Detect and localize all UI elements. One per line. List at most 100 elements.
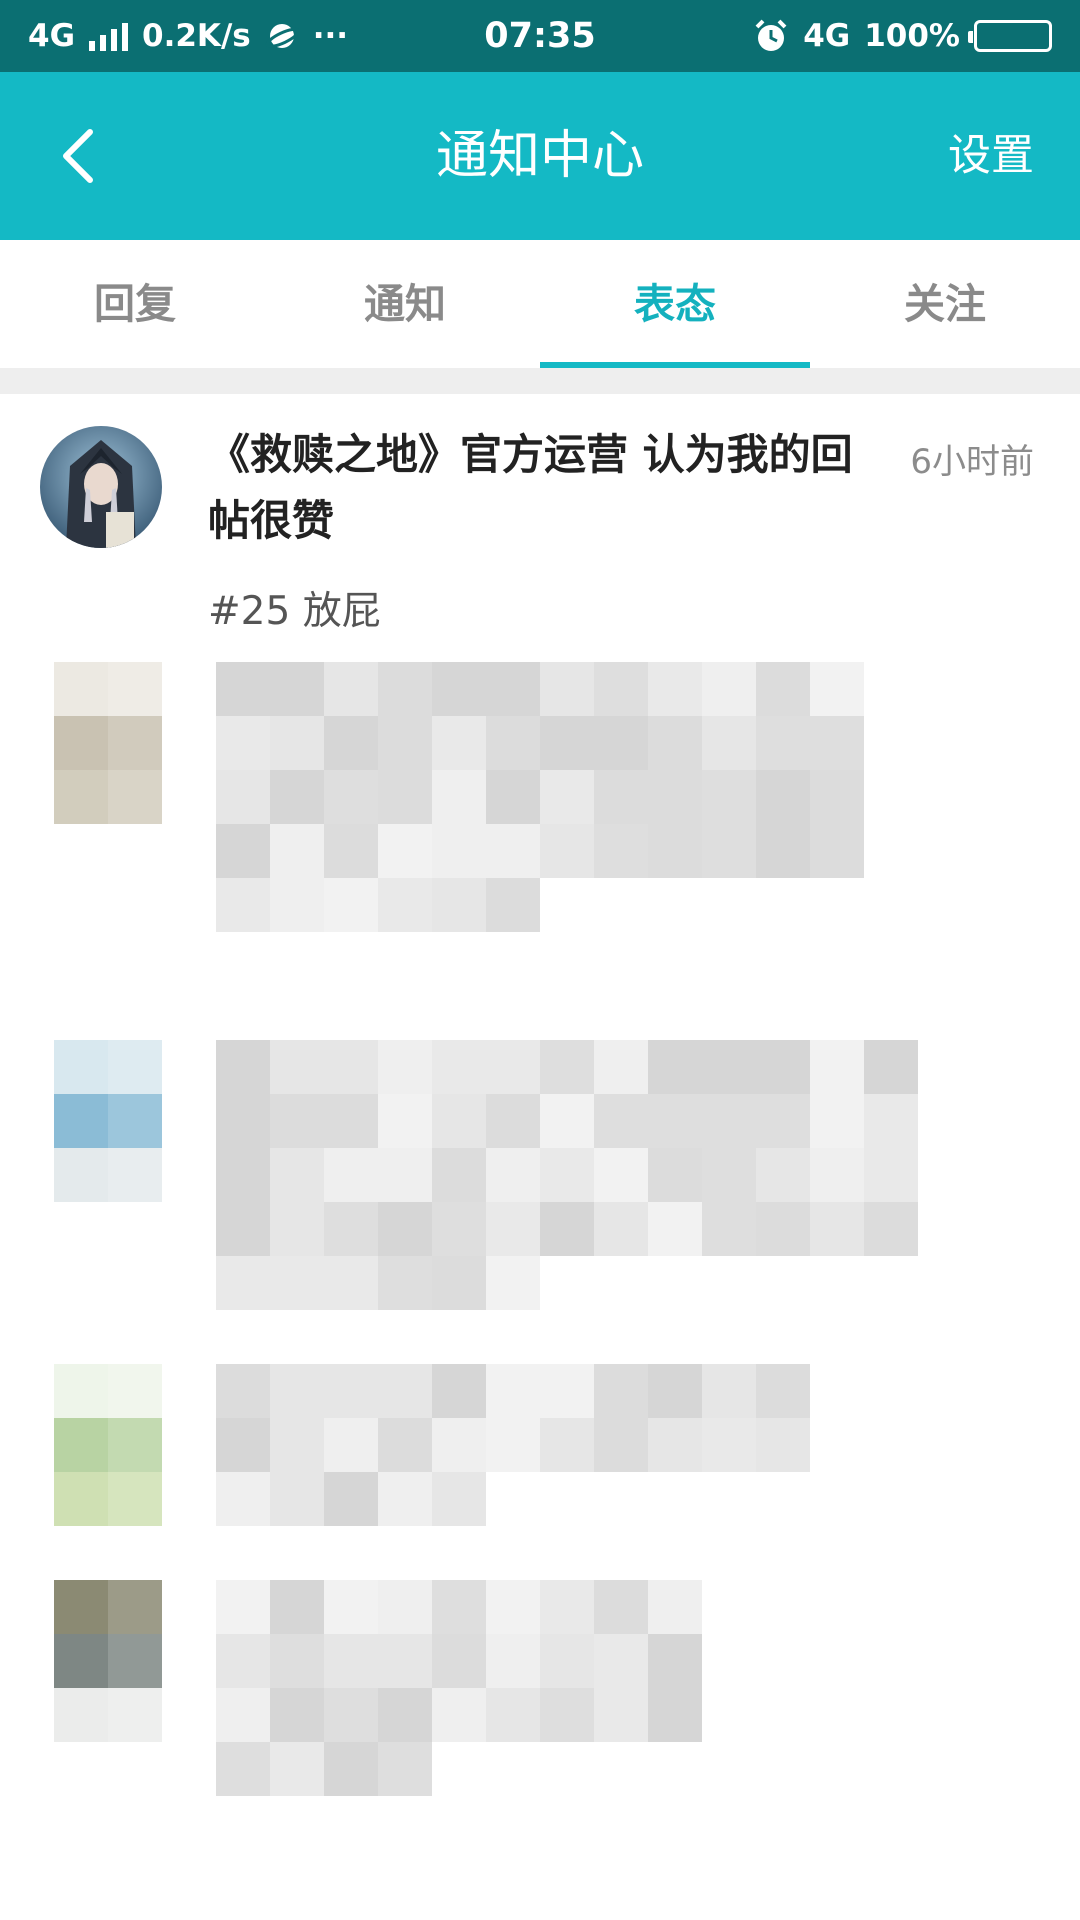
mosaic-block [702, 1364, 756, 1418]
battery-percent: 100% [864, 18, 960, 54]
mosaic-block [486, 1364, 540, 1418]
settings-button[interactable]: 设置 [948, 72, 1034, 240]
mosaic-block [648, 1364, 702, 1418]
mosaic-block [270, 878, 324, 932]
mosaic-block [378, 1040, 432, 1094]
mosaic-block [432, 1202, 486, 1256]
mosaic-block [108, 824, 162, 878]
mosaic-block [324, 824, 378, 878]
divider [0, 368, 1080, 394]
mosaic-block [702, 1148, 756, 1202]
mosaic-block [324, 1418, 378, 1472]
mosaic-block [648, 1634, 702, 1688]
mosaic-block [54, 1688, 108, 1742]
mosaic-block [378, 1418, 432, 1472]
mosaic-block [108, 878, 162, 932]
mosaic-block [54, 1580, 108, 1634]
mosaic-block [324, 878, 378, 932]
mosaic-block [432, 662, 486, 716]
mosaic-block [108, 1472, 162, 1526]
mosaic-block [270, 824, 324, 878]
tab-label: 关注 [904, 280, 986, 328]
avatar[interactable] [40, 426, 162, 548]
mosaic-block [486, 1094, 540, 1148]
mosaic-block [486, 824, 540, 878]
mosaic-block [756, 1148, 810, 1202]
mosaic-block [378, 1256, 432, 1310]
mosaic-block [54, 662, 108, 716]
mosaic-block [486, 1256, 540, 1310]
mosaic-block [54, 770, 108, 824]
mosaic-block [810, 1094, 864, 1148]
mosaic-block [756, 1202, 810, 1256]
mosaic-block [432, 1580, 486, 1634]
tab-label: 通知 [364, 280, 446, 328]
mosaic-block [810, 1040, 864, 1094]
mosaic-block [108, 770, 162, 824]
mosaic-block [432, 1094, 486, 1148]
notification-text: 《救赎之地》官方运营 认为我的回帖很赞 [208, 430, 853, 545]
mosaic-block [432, 1364, 486, 1418]
mosaic-block [54, 1418, 108, 1472]
page-title: 通知中心 [435, 126, 644, 186]
mosaic-block [864, 1202, 918, 1256]
mosaic-block [216, 1040, 270, 1094]
mosaic-block [108, 1256, 162, 1310]
mosaic-block [432, 1688, 486, 1742]
mosaic-block [108, 716, 162, 770]
mosaic-block [540, 1148, 594, 1202]
mosaic-block [540, 1418, 594, 1472]
mosaic-block [108, 1202, 162, 1256]
mosaic-block [594, 662, 648, 716]
mosaic-block [324, 716, 378, 770]
mosaic-block [432, 1634, 486, 1688]
mosaic-block [324, 1202, 378, 1256]
mosaic-block [378, 1148, 432, 1202]
mosaic-block [756, 1418, 810, 1472]
mosaic-block [540, 716, 594, 770]
mosaic-block [54, 716, 108, 770]
mosaic-block [378, 1364, 432, 1418]
mosaic-block [432, 1472, 486, 1526]
tab-notice[interactable]: 通知 [270, 240, 540, 368]
mosaic-block [594, 824, 648, 878]
mosaic-block [108, 662, 162, 716]
tab-reaction[interactable]: 表态 [540, 240, 810, 368]
mosaic-block [270, 1040, 324, 1094]
mosaic-block [486, 770, 540, 824]
mosaic-block [54, 1202, 108, 1256]
mosaic-block [486, 878, 540, 932]
mosaic-block [378, 1202, 432, 1256]
mosaic-block [432, 716, 486, 770]
mosaic-block [594, 1202, 648, 1256]
quoted-post[interactable]: #25 放屁 [208, 580, 381, 636]
mosaic-block [270, 1148, 324, 1202]
mosaic-block [378, 770, 432, 824]
tab-follow[interactable]: 关注 [810, 240, 1080, 368]
mosaic-block [864, 1040, 918, 1094]
mosaic-block [864, 1094, 918, 1148]
status-right: 4G 100% [753, 0, 1052, 72]
mosaic-block [648, 662, 702, 716]
mosaic-block [108, 1634, 162, 1688]
mosaic-block [540, 824, 594, 878]
mosaic-block [216, 878, 270, 932]
mosaic-block [108, 1364, 162, 1418]
tab-reply[interactable]: 回复 [0, 240, 270, 368]
mosaic-block [648, 1202, 702, 1256]
mosaic-block [540, 770, 594, 824]
mosaic-block [324, 1580, 378, 1634]
mosaic-block [216, 1364, 270, 1418]
mosaic-block [378, 824, 432, 878]
notification-item[interactable]: 《救赎之地》官方运营 认为我的回帖很赞 6小时前 #25 放屁 [0, 394, 1080, 662]
app-bar: 通知中心 设置 [0, 72, 1080, 240]
mosaic-block [378, 1742, 432, 1796]
mosaic-block [594, 1688, 648, 1742]
mosaic-block [378, 1688, 432, 1742]
mosaic-block [702, 716, 756, 770]
mosaic-block [270, 1634, 324, 1688]
mosaic-block [216, 1256, 270, 1310]
mosaic-block [540, 1040, 594, 1094]
mosaic-block [756, 716, 810, 770]
mosaic-block [324, 1634, 378, 1688]
